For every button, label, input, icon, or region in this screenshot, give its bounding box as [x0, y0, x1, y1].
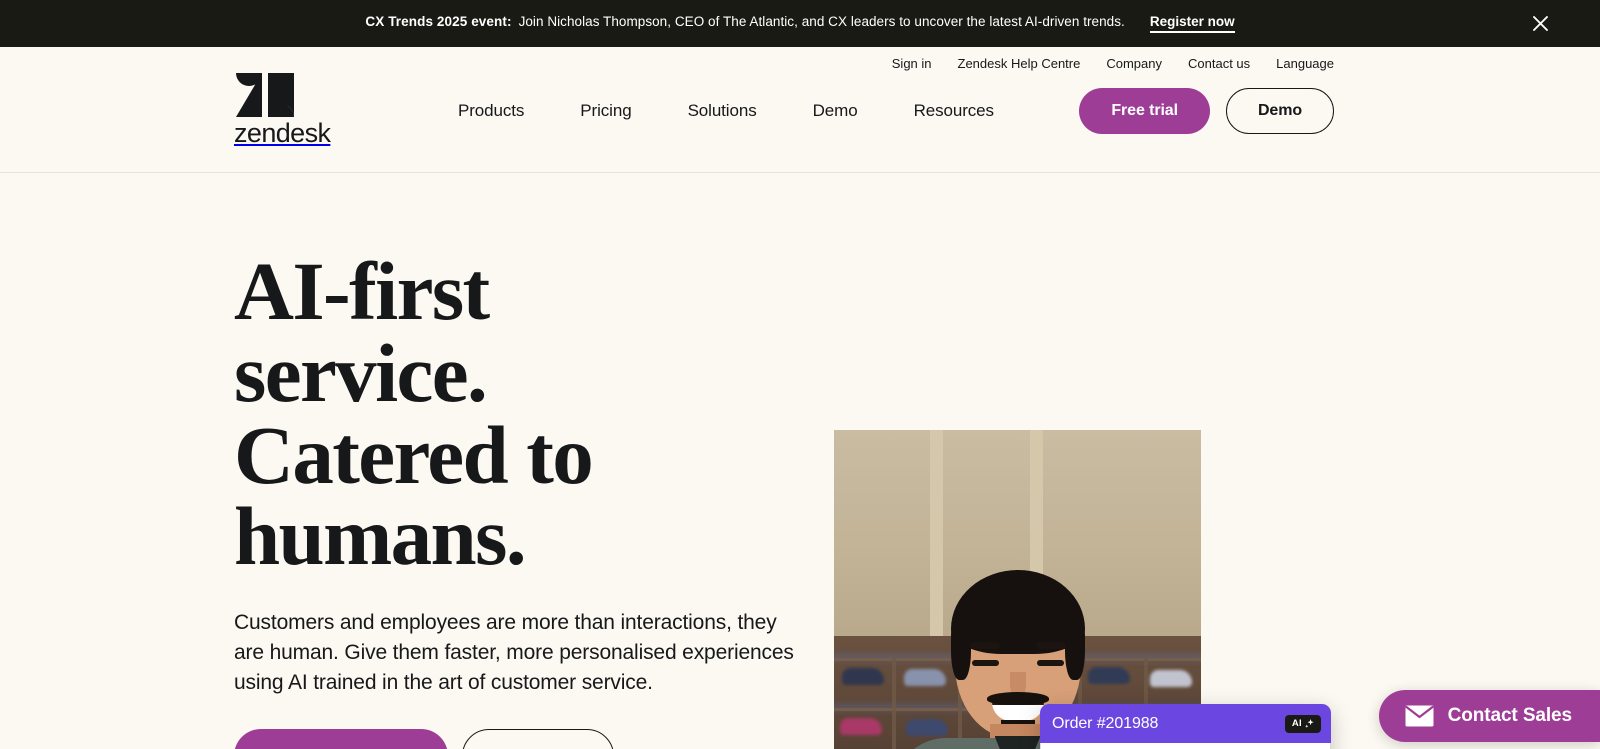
start-free-trial-button[interactable]: Start your free trial [234, 729, 449, 749]
register-now-link[interactable]: Register now [1149, 14, 1235, 33]
site-header: Sign in Zendesk Help Centre Company Cont… [0, 47, 1600, 173]
hero-section: AI-first service. Catered to humans. Cus… [0, 173, 1600, 749]
hero-subtitle: Customers and employees are more than in… [234, 611, 794, 694]
contact-sales-button[interactable]: Contact Sales [1378, 690, 1600, 742]
utility-nav-item-language[interactable]: Language [1276, 56, 1334, 71]
announcement-text: Join Nicholas Thompson, CEO of The Atlan… [518, 14, 1125, 29]
person-hair-side [950, 608, 971, 680]
utility-nav-item-contact-us[interactable]: Contact us [1188, 56, 1250, 71]
view-demo-button[interactable]: View demo [462, 729, 614, 749]
utility-nav-item-company[interactable]: Company [1106, 56, 1162, 71]
ai-badge: AI [1284, 714, 1321, 733]
header-cta-group: Free trial Demo [1079, 88, 1334, 134]
sparkle-icon [1305, 719, 1314, 728]
hero-copy: AI-first service. Catered to humans. Cus… [234, 245, 834, 749]
announcement-banner-content: CX Trends 2025 event: Join Nicholas Thom… [365, 14, 1235, 33]
hero-image [834, 430, 1201, 749]
person-collar [994, 736, 1041, 749]
hero-cta-group: Start your free trial View demo [234, 729, 834, 749]
chat-widget[interactable]: Order #201988 AI Processing exchange [1040, 704, 1331, 749]
utility-nav: Sign in Zendesk Help Centre Company Cont… [0, 47, 1600, 71]
close-icon[interactable] [1527, 11, 1553, 37]
person-eye [971, 660, 999, 666]
zendesk-logo[interactable]: zendesk [234, 71, 414, 147]
ai-badge-label: AI [1291, 718, 1302, 729]
utility-nav-item-help-centre[interactable]: Zendesk Help Centre [958, 56, 1081, 71]
nav-item-pricing[interactable]: Pricing [580, 101, 631, 121]
utility-nav-item-sign-in[interactable]: Sign in [892, 56, 932, 71]
chat-order-title: Order #201988 [1052, 714, 1159, 732]
person-eye [1036, 660, 1064, 666]
chat-widget-header: Order #201988 AI [1040, 704, 1331, 743]
person-hair-side [1064, 608, 1085, 680]
person-brow [969, 642, 1000, 649]
zendesk-wordmark: zendesk [234, 118, 331, 148]
hero-photo [834, 430, 1201, 749]
announcement-banner: CX Trends 2025 event: Join Nicholas Thom… [0, 0, 1600, 47]
nav-item-products[interactable]: Products [458, 101, 524, 121]
contact-sales-label: Contact Sales [1447, 705, 1572, 726]
nav-item-solutions[interactable]: Solutions [688, 101, 757, 121]
primary-nav-bar: zendesk Products Pricing Solutions Demo … [0, 71, 1600, 151]
nav-item-demo[interactable]: Demo [813, 101, 858, 121]
nav-item-resources[interactable]: Resources [914, 101, 994, 121]
person-brow [1035, 642, 1066, 649]
zendesk-logo-icon [236, 73, 294, 117]
chat-widget-body: Processing exchange Your new kicks are o… [1040, 743, 1331, 749]
demo-button[interactable]: Demo [1225, 88, 1334, 134]
primary-nav-links: Products Pricing Solutions Demo Resource… [458, 101, 994, 121]
free-trial-button[interactable]: Free trial [1079, 88, 1210, 134]
announcement-label: CX Trends 2025 event: [365, 14, 512, 29]
page-title: AI-first service. Catered to humans. [234, 245, 594, 583]
envelope-icon [1405, 705, 1434, 727]
